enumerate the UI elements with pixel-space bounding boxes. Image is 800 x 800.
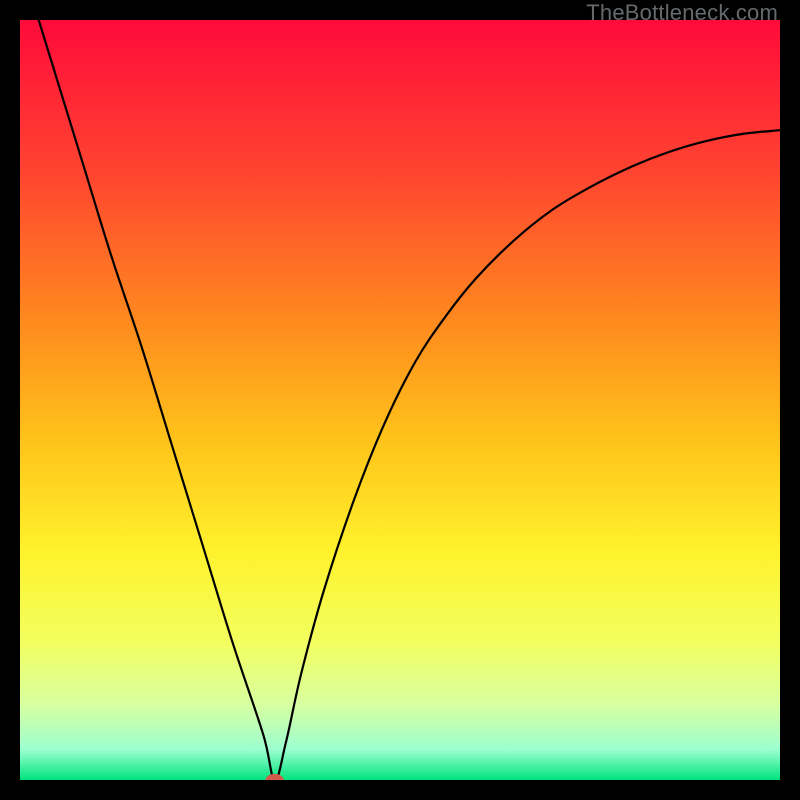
- gradient-background: [20, 20, 780, 780]
- chart-container: [20, 20, 780, 780]
- bottleneck-chart: [20, 20, 780, 780]
